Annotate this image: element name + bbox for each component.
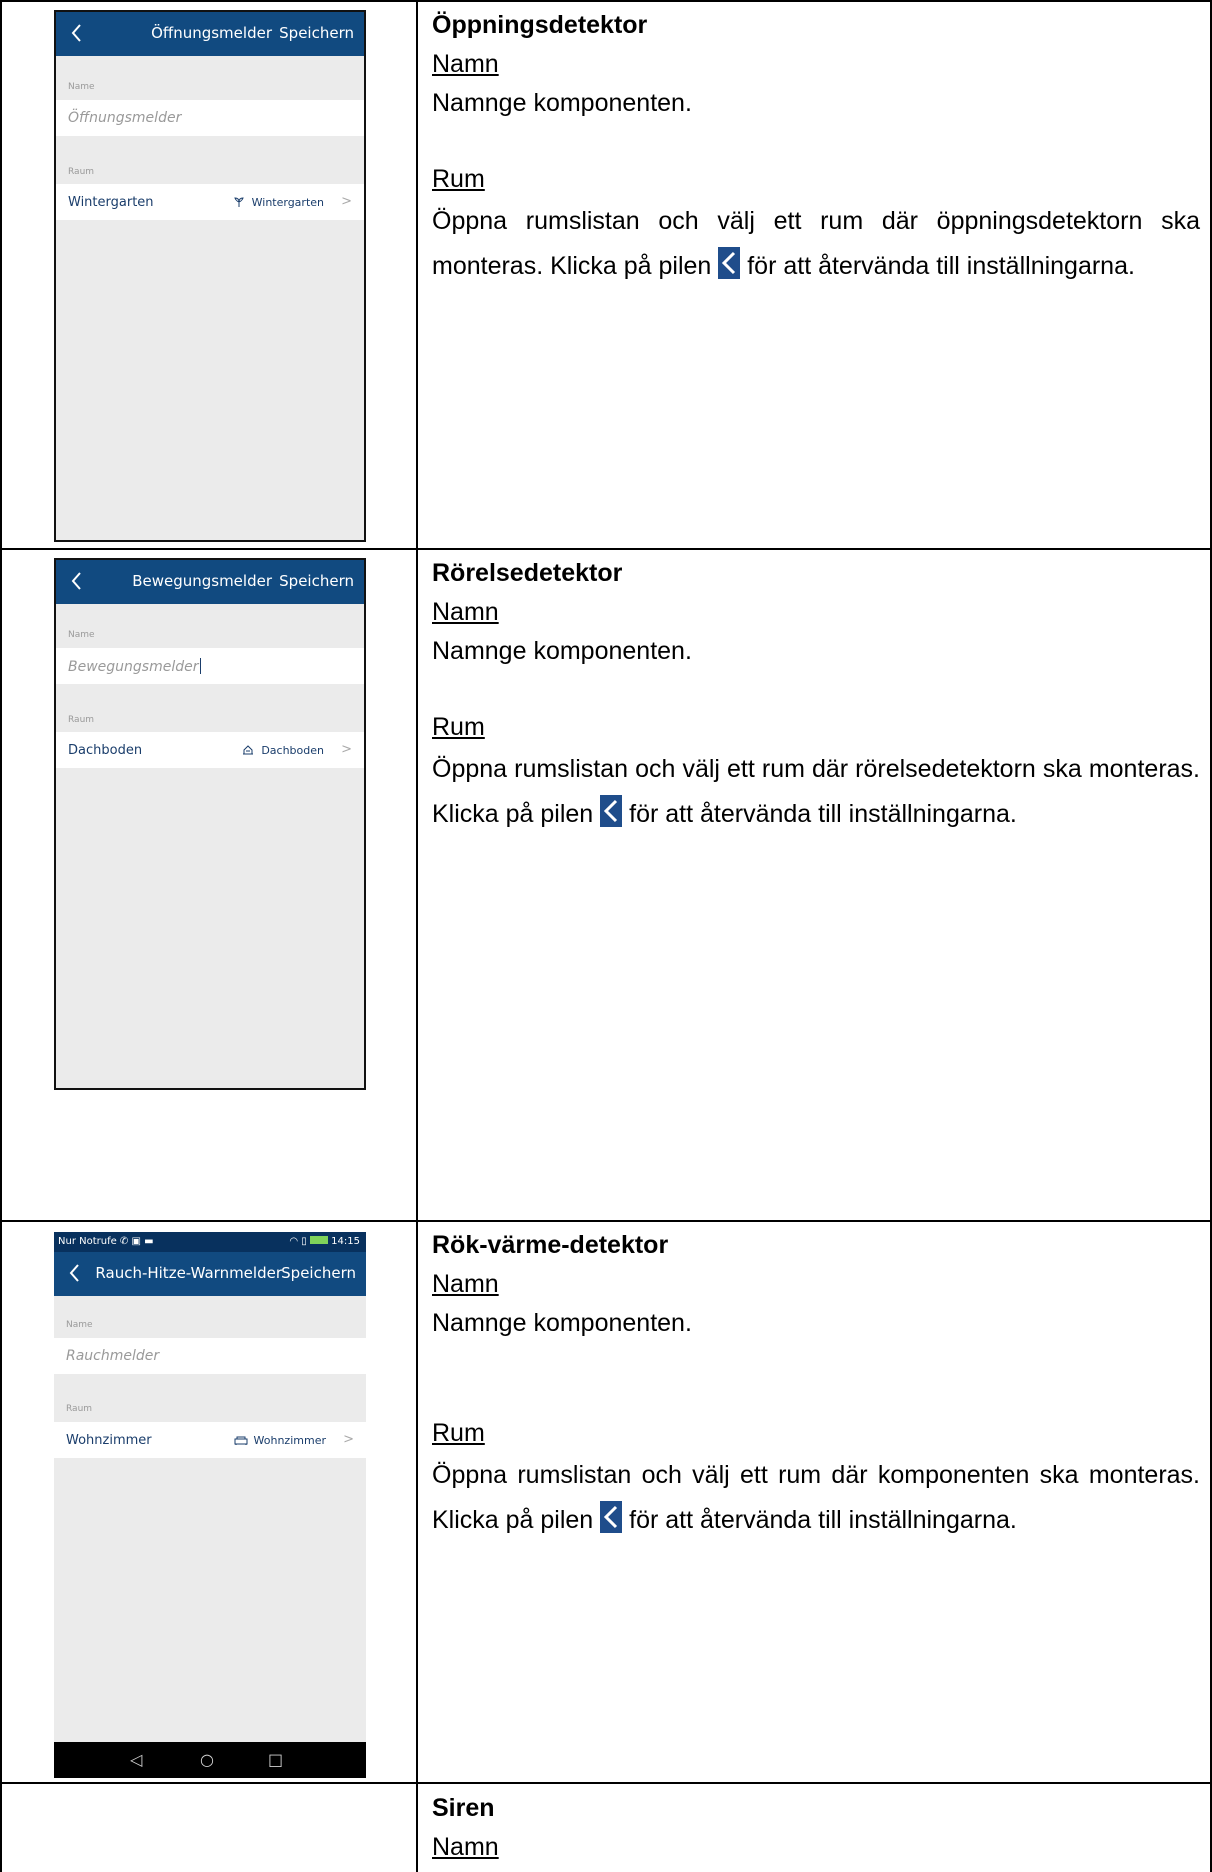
room-label: Raum	[68, 167, 95, 177]
room-selected-value: Wohnzimmer	[234, 1434, 326, 1447]
name-field[interactable]: Öffnungsmelder	[56, 100, 364, 136]
save-button[interactable]: Speichern	[279, 24, 354, 42]
room-instruction: Öppna rumslistan och välj ett rum där ko…	[432, 1453, 1200, 1543]
back-arrow-icon[interactable]	[68, 568, 86, 594]
android-nav-bar: ◁ ○ □	[54, 1742, 366, 1778]
name-subheading: Namn	[432, 1270, 499, 1298]
save-button[interactable]: Speichern	[281, 1264, 356, 1282]
name-field[interactable]: Bewegungsmelder	[56, 648, 364, 684]
room-selector-label: Wohnzimmer	[66, 1433, 152, 1448]
name-label: Name	[68, 630, 95, 640]
name-subheading: Namn	[432, 1833, 499, 1861]
name-field[interactable]: Rauchmelder	[54, 1338, 366, 1374]
table-row-divider	[0, 1220, 1212, 1222]
phone-screenshot-opening-detector: Öffnungsmelder Speichern Name Öffnungsme…	[54, 10, 366, 542]
room-selector-label: Dachboden	[68, 743, 143, 758]
status-right: ◠ ▯ 14:15	[289, 1236, 360, 1247]
room-label: Raum	[66, 1404, 93, 1414]
status-carrier-text: Nur Notrufe	[58, 1236, 117, 1247]
app-header: Bewegungsmelder Speichern	[56, 560, 364, 604]
room-instruction-text-end: för att återvända till inställningarna.	[747, 252, 1135, 280]
name-field-value: Öffnungsmelder	[68, 110, 182, 126]
room-selected-value: Wintergarten	[232, 196, 324, 209]
plant-icon	[233, 197, 244, 207]
room-selector[interactable]: Dachboden Dachboden >	[56, 732, 364, 768]
nav-back-button[interactable]: ◁	[130, 1750, 142, 1769]
table-row-divider	[0, 1782, 1212, 1784]
back-arrow-icon	[600, 1501, 623, 1533]
name-label: Name	[66, 1320, 93, 1330]
table-border-top	[0, 0, 1212, 2]
nav-home-button[interactable]: ○	[200, 1750, 214, 1769]
room-subheading: Rum	[432, 1419, 485, 1447]
section-heading: Rök-värme-detektor	[432, 1231, 669, 1259]
save-button[interactable]: Speichern	[279, 572, 354, 590]
status-bar: Nur Notrufe ✆ ▣ ▬ ◠ ▯ 14:15	[54, 1232, 366, 1252]
status-carrier: Nur Notrufe ✆ ▣ ▬	[58, 1236, 154, 1247]
room-subheading: Rum	[432, 713, 485, 741]
room-selected-text: Dachboden	[261, 744, 324, 757]
name-field-text: Bewegungsmelder	[68, 659, 199, 675]
nav-recent-button[interactable]: □	[268, 1750, 283, 1769]
table-row-divider	[0, 548, 1212, 550]
name-subheading: Namn	[432, 598, 499, 626]
screen-title: Rauch-Hitze-Warnmelder	[95, 1264, 282, 1282]
description-cell: Öppningsdetektor Namn Namnge komponenten…	[432, 8, 1200, 289]
attic-icon	[243, 745, 254, 755]
room-selected-value: Dachboden	[241, 744, 324, 757]
name-instruction: Namnge komponenten.	[432, 637, 692, 665]
description-cell: Siren Namn	[432, 1791, 1200, 1864]
room-selected-text: Wintergarten	[251, 196, 324, 209]
back-arrow-icon	[718, 247, 741, 279]
room-label: Raum	[68, 715, 95, 725]
name-instruction: Namnge komponenten.	[432, 1309, 692, 1337]
back-arrow-icon[interactable]	[66, 1260, 84, 1286]
app-header: Rauch-Hitze-Warnmelder Speichern	[54, 1252, 366, 1296]
section-heading: Rörelsedetektor	[432, 559, 623, 587]
back-arrow-icon[interactable]	[68, 20, 86, 46]
room-selector[interactable]: Wohnzimmer Wohnzimmer >	[54, 1422, 366, 1458]
name-label: Name	[68, 82, 95, 92]
name-subheading: Namn	[432, 50, 499, 78]
table-column-divider	[416, 0, 418, 1872]
name-instruction: Namnge komponenten.	[432, 89, 692, 117]
name-field-value: Rauchmelder	[66, 1348, 160, 1364]
section-heading: Öppningsdetektor	[432, 11, 648, 39]
back-arrow-icon	[600, 795, 623, 827]
phone-screenshot-motion-detector: Bewegungsmelder Speichern Name Bewegungs…	[54, 558, 366, 1090]
text-cursor	[199, 658, 201, 674]
battery-icon	[309, 1236, 328, 1244]
sofa-icon	[234, 1436, 248, 1445]
room-subheading: Rum	[432, 165, 485, 193]
table-border-left	[0, 0, 2, 1872]
status-time: 14:15	[331, 1236, 360, 1247]
room-instruction: Öppna rumslistan och välj ett rum där öp…	[432, 199, 1200, 289]
description-cell: Rörelsedetektor Namn Namnge komponenten.…	[432, 556, 1200, 837]
chevron-right-icon: >	[341, 742, 352, 757]
chevron-right-icon: >	[341, 194, 352, 209]
screen-title: Bewegungsmelder	[132, 572, 272, 590]
chevron-right-icon: >	[343, 1432, 354, 1447]
wifi-icon: ◠	[289, 1236, 299, 1247]
app-header: Öffnungsmelder Speichern	[56, 12, 364, 56]
name-field-value: Bewegungsmelder	[68, 658, 201, 675]
room-selector-label: Wintergarten	[68, 195, 154, 210]
room-instruction: Öppna rumslistan och välj ett rum där rö…	[432, 747, 1200, 837]
room-instruction-text-end: för att återvända till inställningarna.	[629, 1506, 1017, 1534]
room-selected-text: Wohnzimmer	[253, 1434, 326, 1447]
room-instruction-text-end: för att återvända till inställningarna.	[629, 800, 1017, 828]
room-selector[interactable]: Wintergarten Wintergarten >	[56, 184, 364, 220]
screen-title: Öffnungsmelder	[151, 24, 272, 42]
manual-page: Öffnungsmelder Speichern Name Öffnungsme…	[0, 0, 1212, 1872]
section-heading: Siren	[432, 1794, 495, 1822]
description-cell: Rök-värme-detektor Namn Namnge komponent…	[432, 1228, 1200, 1543]
phone-screenshot-smoke-heat-detector: Nur Notrufe ✆ ▣ ▬ ◠ ▯ 14:15 Rauch-Hitze-…	[54, 1232, 366, 1778]
